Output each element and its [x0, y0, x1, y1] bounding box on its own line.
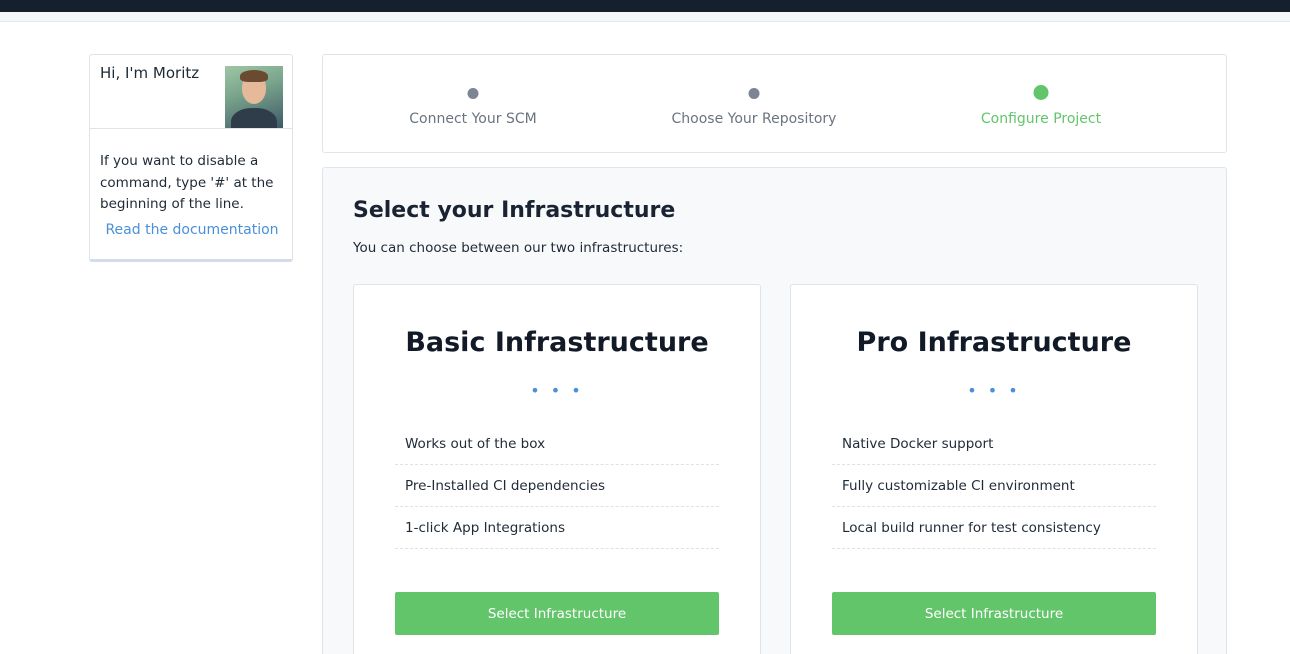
- read-documentation-link[interactable]: Read the documentation: [90, 222, 292, 238]
- feature-item: 1-click App Integrations: [395, 507, 719, 549]
- avatar: [225, 66, 283, 128]
- step-configure-project[interactable]: Configure Project: [891, 55, 1191, 154]
- feature-item: Local build runner for test consistency: [832, 507, 1156, 549]
- feature-list: Works out of the box Pre-Installed CI de…: [395, 423, 719, 549]
- step-dot-active-icon: [1033, 85, 1049, 100]
- page-subtitle: You can choose between our two infrastru…: [353, 240, 684, 256]
- pro-infrastructure-card: Pro Infrastructure • • • Native Docker s…: [790, 284, 1198, 654]
- step-label: Connect Your SCM: [409, 111, 537, 127]
- tip-card: Hi, I'm Moritz If you want to disable a …: [89, 54, 293, 262]
- step-label: Configure Project: [980, 111, 1102, 127]
- feature-item: Works out of the box: [395, 423, 719, 465]
- tip-greeting: Hi, I'm Moritz: [100, 64, 200, 82]
- feature-list: Native Docker support Fully customizable…: [832, 423, 1156, 549]
- tip-text: If you want to disable a command, type '…: [100, 153, 274, 212]
- step-dot-icon: [467, 88, 479, 99]
- basic-infrastructure-card: Basic Infrastructure • • • Works out of …: [353, 284, 761, 654]
- step-dot-icon: [748, 88, 760, 99]
- select-basic-infrastructure-button[interactable]: Select Infrastructure: [395, 592, 719, 635]
- top-navbar: [0, 0, 1290, 12]
- progress-stepper: Connect Your SCM Choose Your Repository …: [322, 54, 1227, 153]
- ellipsis-icon: • • •: [967, 381, 1021, 400]
- feature-item: Pre-Installed CI dependencies: [395, 465, 719, 507]
- select-pro-infrastructure-button[interactable]: Select Infrastructure: [832, 592, 1156, 635]
- card-title: Basic Infrastructure: [405, 327, 709, 358]
- feature-item: Native Docker support: [832, 423, 1156, 465]
- ellipsis-icon: • • •: [530, 381, 584, 400]
- card-title: Pro Infrastructure: [856, 327, 1132, 358]
- feature-item: Fully customizable CI environment: [832, 465, 1156, 507]
- tip-header: Hi, I'm Moritz: [90, 55, 292, 129]
- navbar-divider: [0, 12, 1290, 22]
- infrastructure-panel: Select your Infrastructure You can choos…: [322, 167, 1227, 654]
- avatar-shirt: [231, 108, 277, 128]
- step-connect-scm[interactable]: Connect Your SCM: [323, 55, 623, 154]
- page-title: Select your Infrastructure: [353, 198, 676, 223]
- avatar-hair: [240, 70, 268, 82]
- step-label: Choose Your Repository: [671, 111, 837, 127]
- step-choose-repository[interactable]: Choose Your Repository: [604, 55, 904, 154]
